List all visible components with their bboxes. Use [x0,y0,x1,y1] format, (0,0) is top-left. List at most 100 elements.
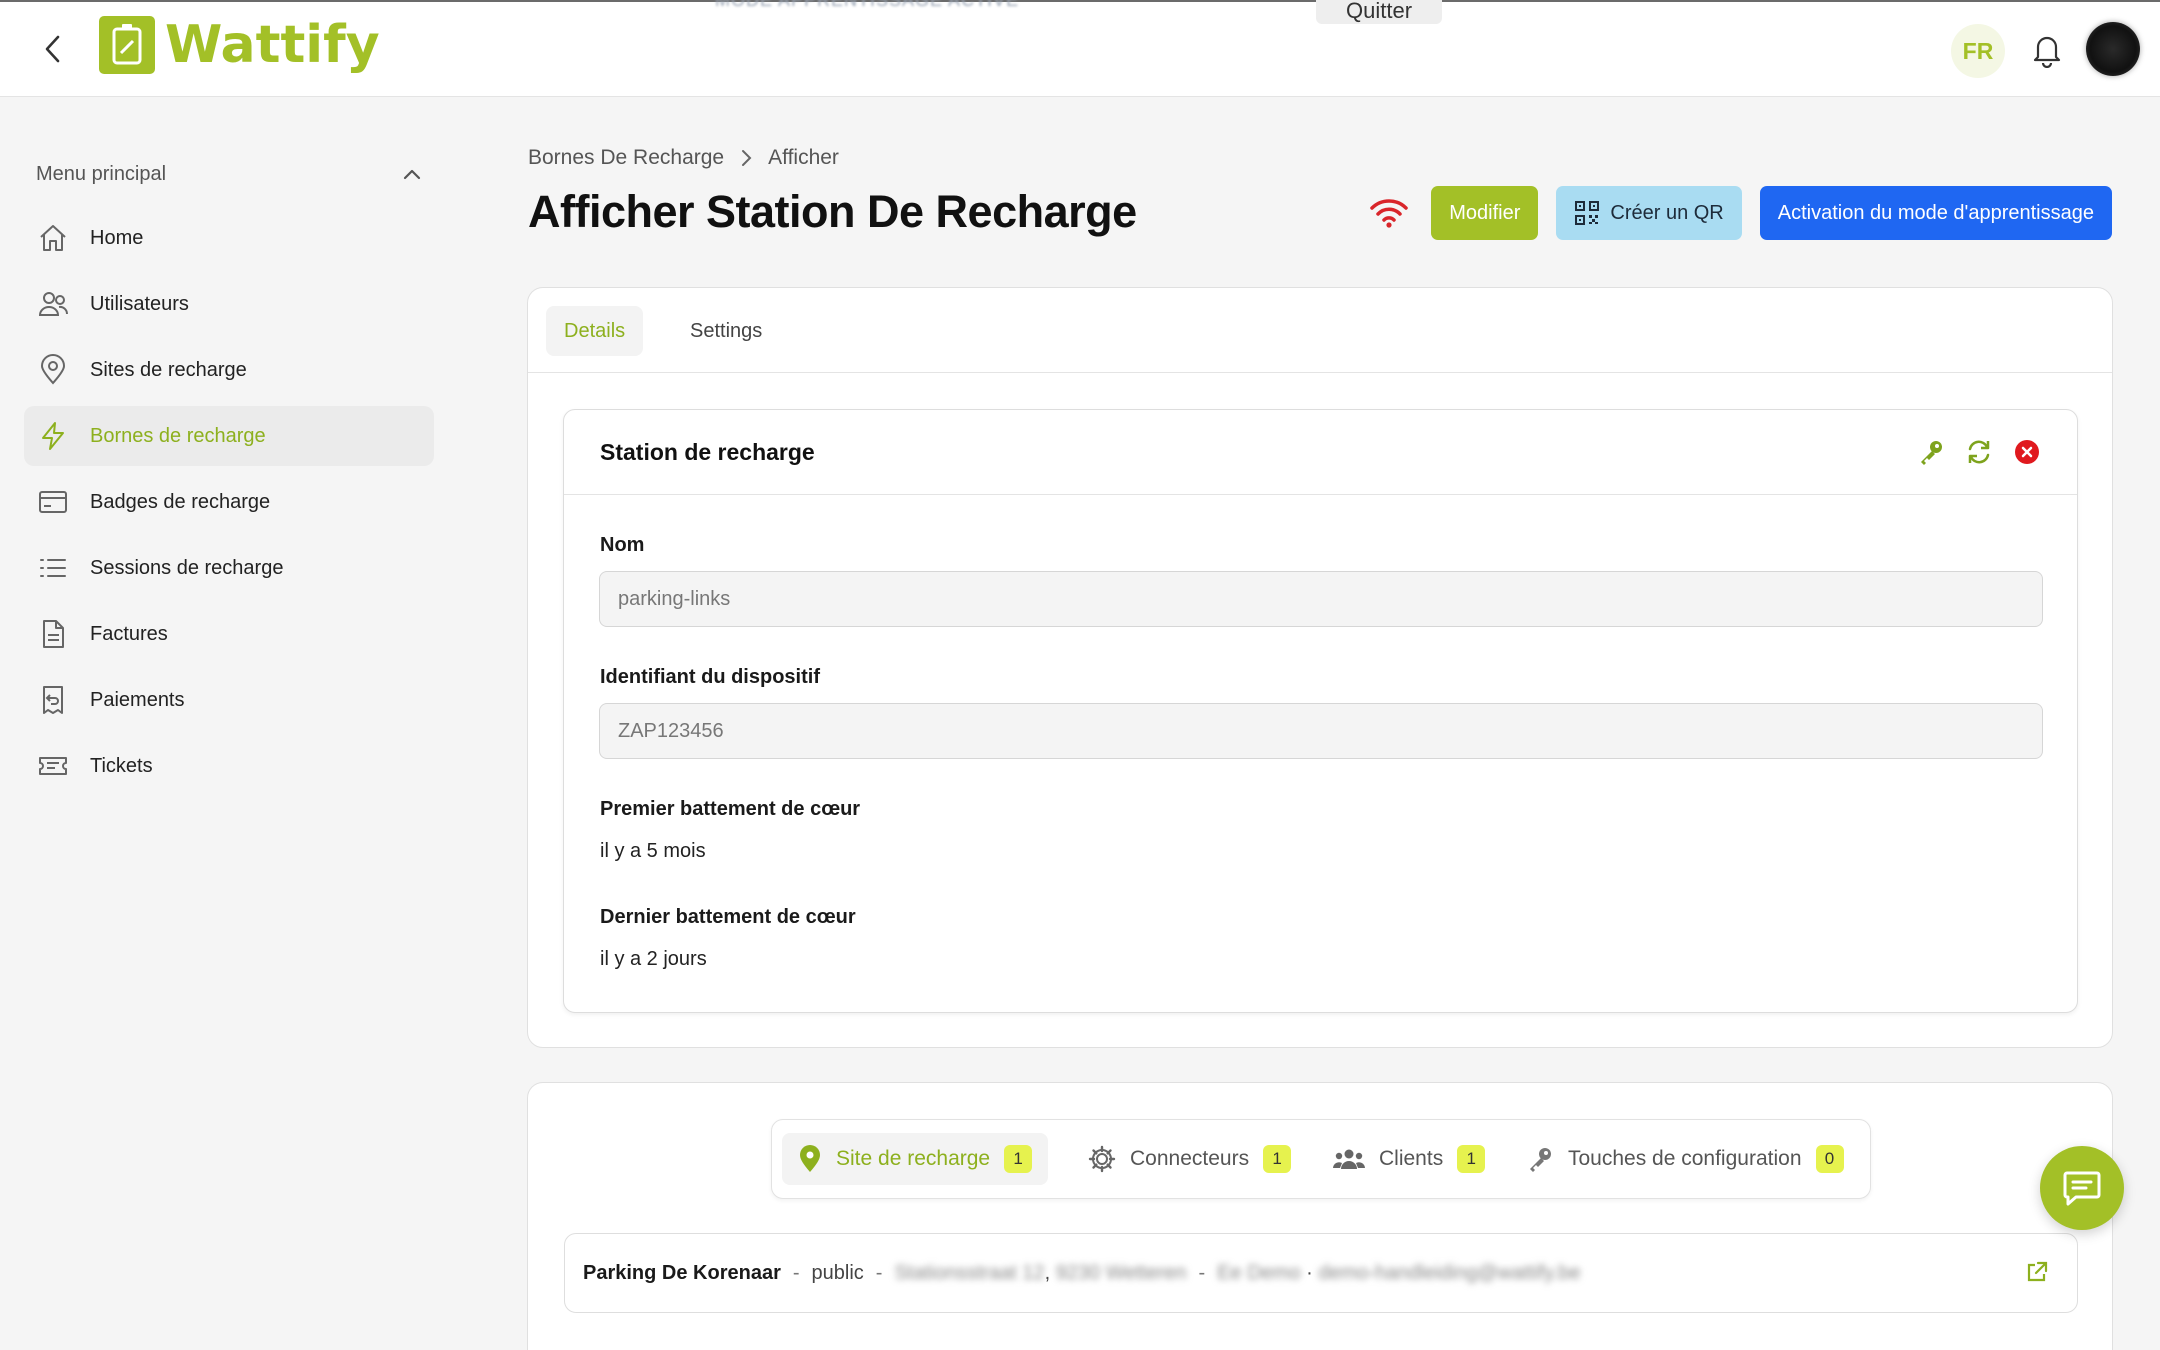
sidebar-item-label: Home [90,226,144,249]
wifi-status-icon [1369,196,1409,230]
separator: , [1044,1261,1056,1284]
logo[interactable]: Wattify [99,16,380,74]
sidebar: Menu principal Home Utilisateurs Sites d… [24,150,434,802]
site-address: Stationsstraat 12 [894,1261,1045,1284]
quit-button[interactable]: Quitter [1316,0,1443,24]
learning-mode-banner: MODE APPRENTISSAGE ACTIVE [715,0,1020,10]
related-card: Site de recharge 1 Connecteurs 1 Clients… [527,1082,2113,1350]
related-tabs: Site de recharge 1 Connecteurs 1 Clients… [771,1119,1871,1199]
chat-button[interactable] [2040,1146,2124,1230]
create-qr-button[interactable]: Créer un QR [1556,186,1742,240]
tab-connectors[interactable]: Connecteurs 1 [1072,1133,1307,1185]
sidebar-item-label: Sessions de recharge [90,556,284,579]
separator: · [1300,1261,1319,1284]
map-pin-filled-icon [798,1145,822,1173]
breadcrumb-parent-link[interactable]: Bornes De Recharge [528,146,724,170]
cog-icon [1088,1145,1116,1173]
tab-label: Clients [1379,1147,1444,1170]
device-id-label: Identifiant du dispositif [600,666,820,688]
sidebar-item-label: Badges de recharge [90,490,271,513]
separator: - [792,1261,800,1284]
tab-details[interactable]: Details [546,306,644,356]
bell-icon[interactable] [2030,32,2064,68]
sidebar-item-label: Bornes de recharge [90,424,266,447]
sidebar-nav: Home Utilisateurs Sites de recharge Born… [24,208,434,796]
list-icon [36,551,70,585]
chevron-up-icon [403,169,421,180]
station-card-title: Station de recharge [600,438,815,465]
station-card-header: Station de recharge [564,410,2077,495]
site-visibility: public [811,1261,864,1284]
group-icon [1333,1146,1365,1172]
sidebar-item-label: Utilisateurs [90,292,189,315]
count-badge: 0 [1815,1145,1844,1173]
create-qr-label: Créer un QR [1610,201,1724,224]
tab-configuration-keys[interactable]: Touches de configuration 0 [1510,1133,1860,1185]
sidebar-item-sites[interactable]: Sites de recharge [24,340,434,400]
battery-logo-icon [99,16,155,74]
tab-label: Touches de configuration [1568,1147,1802,1170]
count-badge: 1 [1004,1145,1033,1173]
modify-button[interactable]: Modifier [1431,186,1539,240]
user-avatar[interactable] [2086,22,2140,76]
tab-charging-site[interactable]: Site de recharge 1 [782,1133,1049,1185]
external-link-icon[interactable] [2025,1260,2051,1286]
sidebar-item-charging-stations[interactable]: Bornes de recharge [24,406,434,466]
separator: - [875,1261,883,1284]
refresh-icon[interactable] [1965,438,1993,466]
language-switch[interactable]: FR [1951,24,2005,78]
sidebar-item-label: Paiements [90,688,185,711]
back-button[interactable] [36,32,70,66]
breadcrumb-current: Afficher [768,146,839,169]
name-field[interactable] [599,571,2043,627]
detail-tabs: Details Settings [528,288,2112,373]
delete-icon[interactable] [2013,438,2041,466]
sidebar-menu-toggle[interactable]: Menu principal [24,150,434,198]
sidebar-item-label: Tickets [90,754,153,777]
sidebar-item-tickets[interactable]: Tickets [24,736,434,796]
qr-code-icon [1574,200,1600,226]
key-icon [1526,1145,1554,1173]
chevron-left-icon [45,35,60,63]
sidebar-heading: Menu principal [36,162,167,185]
charging-site-row[interactable]: Parking De Korenaar - public - Stationss… [564,1233,2078,1313]
tab-label: Connecteurs [1130,1147,1250,1170]
sidebar-item-label: Factures [90,622,168,645]
site-city: 9230 Wetteren [1055,1261,1187,1284]
sidebar-item-users[interactable]: Utilisateurs [24,274,434,334]
last-heartbeat-value: il y a 2 jours [600,948,707,970]
device-id-field[interactable] [599,703,2043,759]
home-icon [36,221,70,255]
users-icon [36,287,70,321]
sidebar-item-home[interactable]: Home [24,208,434,268]
page-actions: Modifier Créer un QR Activation du mode … [1369,186,2112,240]
name-label: Nom [600,534,645,556]
first-heartbeat-value: il y a 5 mois [600,840,706,862]
first-heartbeat-label: Premier battement de cœur [600,798,861,820]
key-icon[interactable] [1917,438,1945,466]
chat-bubble-icon [2063,1171,2101,1206]
details-card: Details Settings Station de recharge Nom… [527,287,2113,1048]
chevron-right-icon [740,149,752,167]
last-heartbeat-label: Dernier battement de cœur [600,906,856,928]
top-bar: Wattify MODE APPRENTISSAGE ACTIVE Quitte… [0,0,2160,97]
sidebar-item-payments[interactable]: Paiements [24,670,434,730]
station-card-actions [1897,438,2041,466]
sidebar-item-invoices[interactable]: Factures [24,604,434,664]
tab-settings[interactable]: Settings [672,306,780,356]
document-icon [36,617,70,651]
receipt-icon [36,683,70,717]
tab-label: Site de recharge [836,1147,991,1170]
count-badge: 1 [1457,1145,1486,1173]
site-name: Parking De Korenaar [583,1261,781,1284]
tab-clients[interactable]: Clients 1 [1317,1133,1501,1185]
ticket-icon [36,749,70,783]
station-card: Station de recharge Nom Identifiant du d… [563,409,2078,1013]
sidebar-item-label: Sites de recharge [90,358,247,381]
sidebar-item-sessions[interactable]: Sessions de recharge [24,538,434,598]
separator: - [1198,1261,1206,1284]
card-icon [36,485,70,519]
sidebar-item-badges[interactable]: Badges de recharge [24,472,434,532]
map-pin-icon [36,353,70,387]
learning-mode-button[interactable]: Activation du mode d'apprentissage [1759,186,2112,240]
